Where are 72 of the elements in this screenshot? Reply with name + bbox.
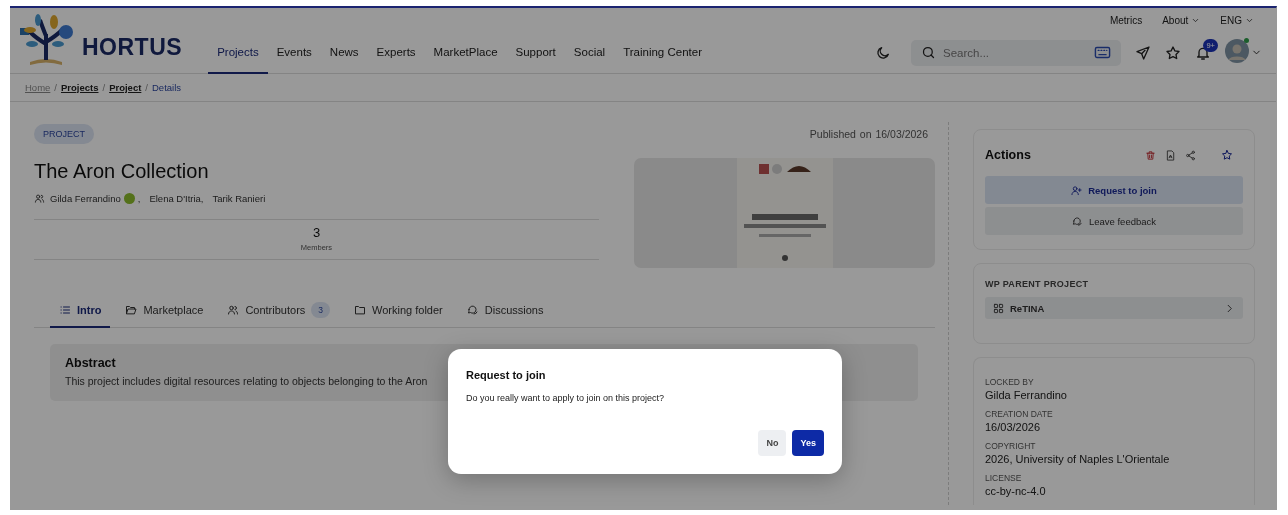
chat-icon: [1071, 215, 1083, 227]
nav-link[interactable]: Social: [564, 32, 615, 74]
separator: /: [54, 82, 57, 93]
tab[interactable]: Intro: [50, 296, 111, 328]
nav-link[interactable]: News: [320, 32, 368, 74]
moon-icon[interactable]: [875, 44, 891, 61]
author-name[interactable]: Tarik Ranieri: [212, 193, 266, 204]
search-field[interactable]: Search...: [911, 39, 1121, 66]
document-icon[interactable]: [1165, 149, 1176, 161]
star-icon[interactable]: [1165, 44, 1181, 61]
search-icon: [921, 45, 936, 60]
yes-button[interactable]: Yes: [792, 430, 824, 456]
nav-link[interactable]: Experts: [367, 32, 425, 74]
field-label: LOCKED BY: [985, 377, 1035, 387]
folder-icon: [125, 304, 138, 316]
feedback-button[interactable]: Leave feedback: [985, 207, 1243, 235]
separator: /: [145, 82, 148, 93]
breadcrumb-current: Details: [152, 82, 182, 93]
author-name[interactable]: Gilda Ferrandino: [50, 193, 121, 204]
field-value: Gilda Ferrandino: [985, 389, 1068, 401]
section-title: WP PARENT PROJECT: [985, 279, 1090, 289]
chat-icon: [466, 304, 479, 316]
folder-icon: [354, 304, 367, 316]
person-add-icon: [1071, 184, 1083, 196]
dialog-title: Request to join: [466, 369, 547, 381]
author-name[interactable]: Elena D'Itria,: [149, 193, 204, 204]
nav-link[interactable]: Metrics: [1109, 14, 1143, 26]
share-icon[interactable]: [1185, 149, 1196, 161]
field-label: COPYRIGHT: [985, 441, 1037, 451]
nav-link[interactable]: Events: [267, 32, 321, 74]
star-icon[interactable]: [1221, 149, 1233, 161]
field-value: cc-by-nc-4.0: [985, 485, 1047, 497]
abstract-text: This project includes digital resources relating to objects belonging to the Aron: [65, 375, 428, 387]
project-tag: PROJECT: [34, 124, 94, 144]
list-icon: [59, 304, 71, 316]
field-label: LICENSE: [985, 473, 1023, 483]
trash-icon[interactable]: [1145, 149, 1156, 161]
grid-icon: [993, 302, 1004, 314]
tab[interactable]: Working folder: [345, 296, 452, 328]
breadcrumb-link[interactable]: Projects: [61, 82, 99, 93]
parent-project-link[interactable]: ReTINA: [985, 297, 1243, 319]
breadcrumb-link[interactable]: Project: [109, 82, 142, 93]
keyboard-icon[interactable]: [1094, 44, 1111, 61]
tab[interactable]: Contributors 3: [218, 296, 340, 328]
nav-link[interactable]: Projects: [208, 32, 268, 74]
dropdown-menu[interactable]: ENG: [1220, 14, 1254, 26]
card-title: Actions: [985, 148, 1032, 162]
nav-link[interactable]: Training Center: [614, 32, 711, 74]
separator: /: [102, 82, 106, 93]
send-icon[interactable]: [1135, 44, 1151, 61]
published-date: Published on 16/03/2026: [809, 128, 928, 140]
dropdown-menu[interactable]: About: [1162, 14, 1201, 26]
status-dot: [1244, 37, 1249, 43]
request-join-button[interactable]: Request to join: [985, 176, 1243, 204]
hortus-logo[interactable]: HORTUS: [16, 8, 183, 72]
tab[interactable]: Discussions: [457, 296, 553, 328]
field-label: CREATION DATE: [985, 409, 1054, 419]
people-icon: [227, 304, 240, 316]
nav-link[interactable]: Support: [506, 32, 565, 74]
abstract-title: Abstract: [65, 356, 117, 370]
people-icon: [34, 193, 45, 204]
stat-value: 3: [312, 225, 321, 240]
no-button[interactable]: No: [758, 430, 787, 456]
dialog-message: Do you really want to apply to join on this project?: [466, 393, 666, 403]
project-title: The Aron Collection: [34, 160, 210, 183]
field-value: 2026, University of Naples L'Orientale: [985, 453, 1171, 465]
tab[interactable]: Marketplace: [116, 296, 213, 328]
nav-link[interactable]: MarketPlace: [424, 32, 507, 74]
separator: ,: [137, 193, 141, 204]
field-value: 16/03/2026: [985, 421, 1042, 433]
avatar[interactable]: [1225, 38, 1249, 63]
count-badge: 3: [311, 302, 331, 318]
